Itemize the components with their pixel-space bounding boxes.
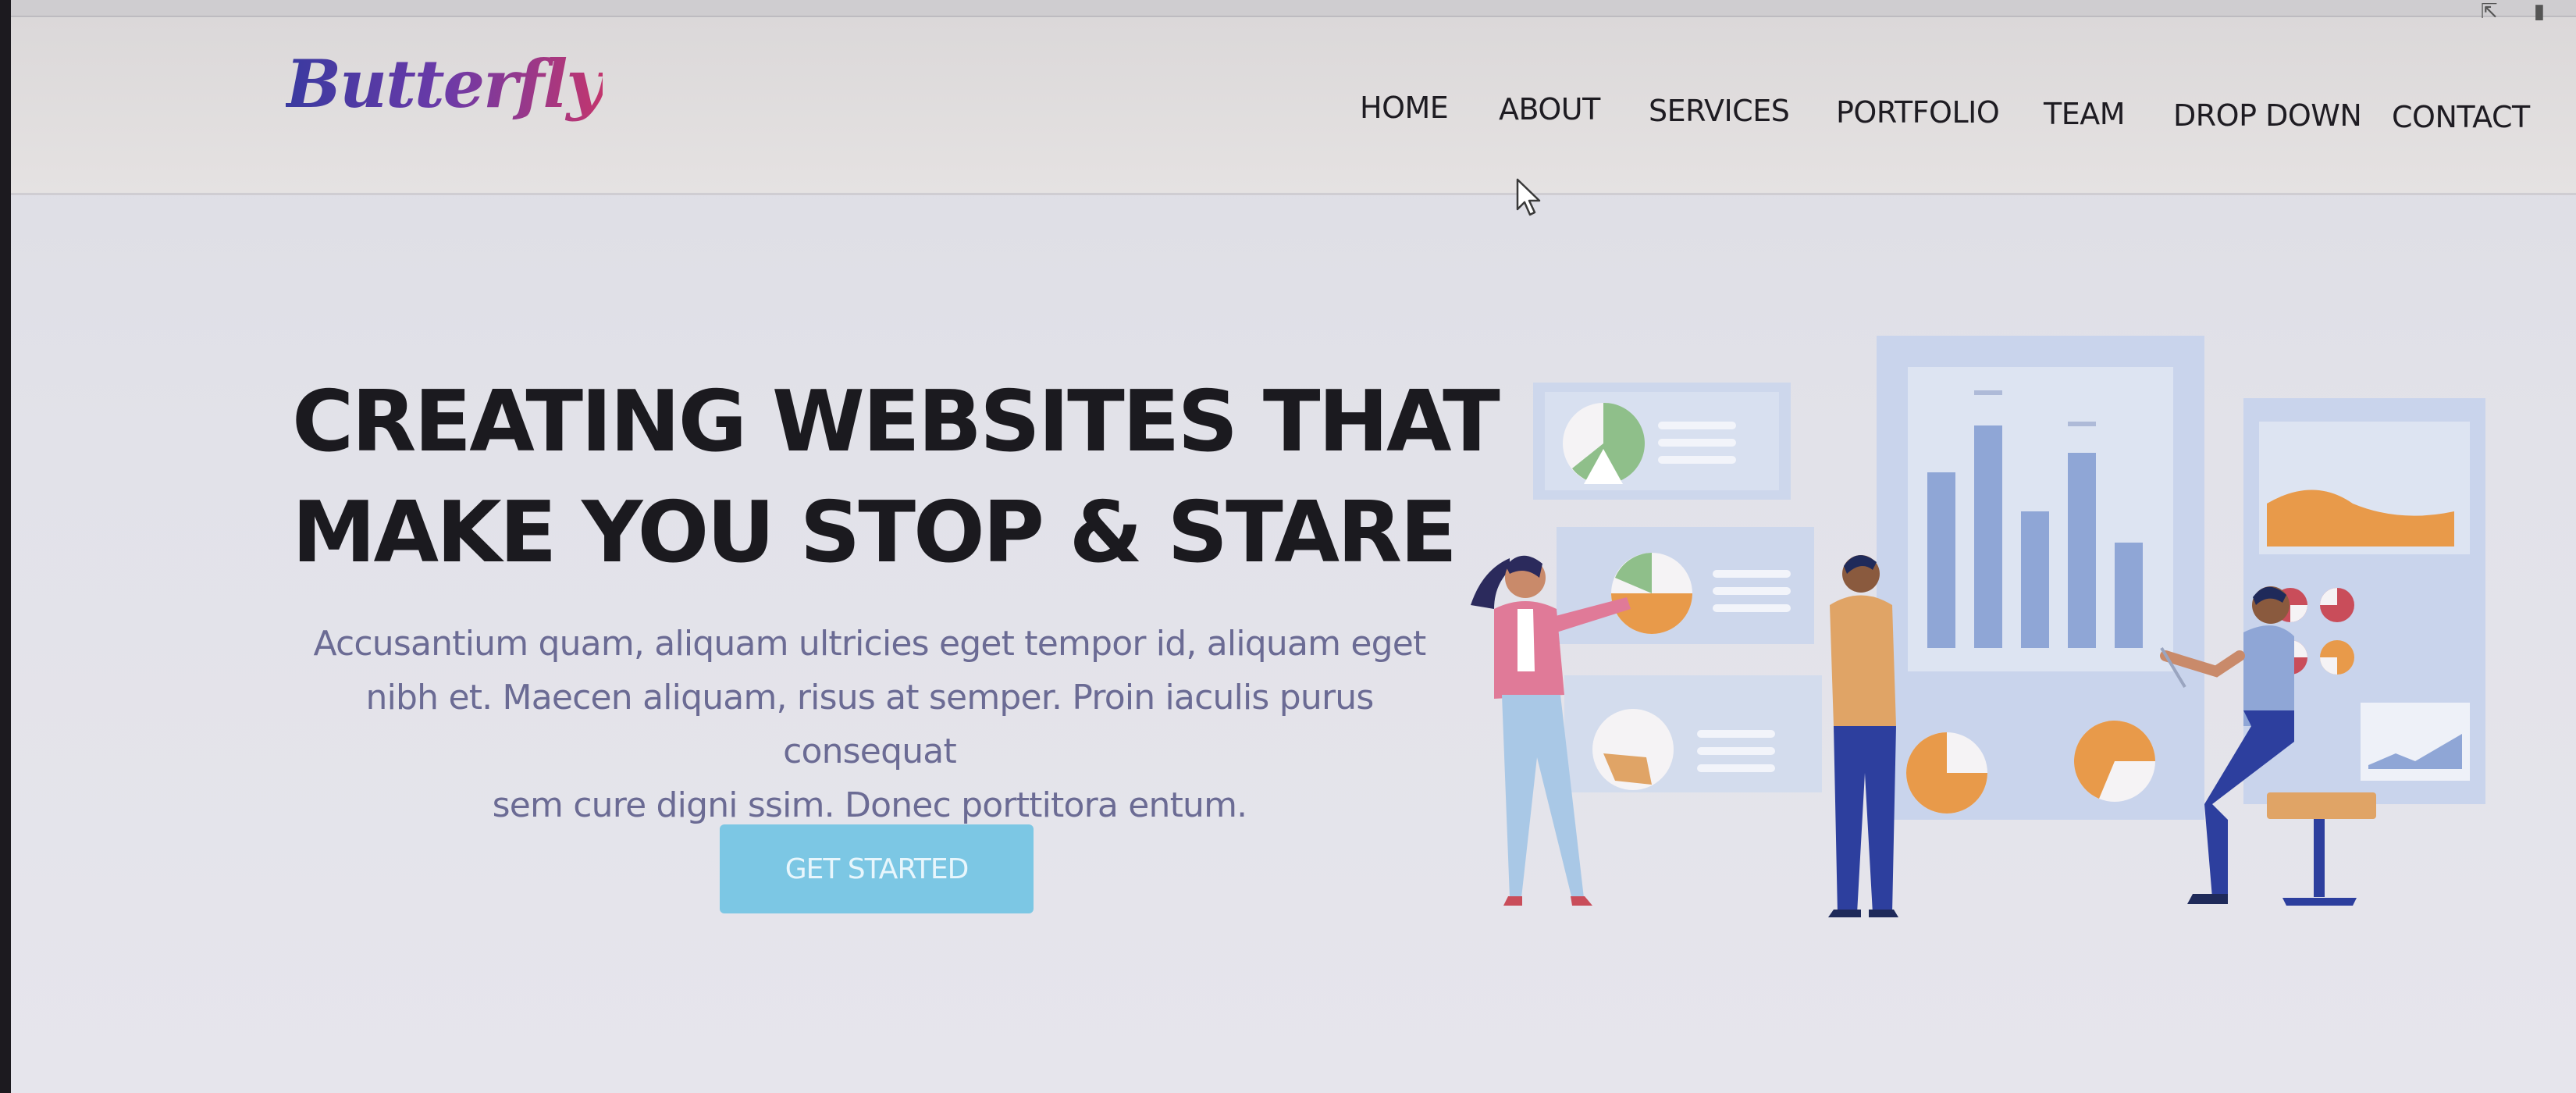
nav-item-team[interactable]: TEAM (2044, 97, 2126, 131)
share-icon[interactable]: ⇱ (2481, 0, 2498, 23)
browser-toolbar-edge: ⇱ ▮ (11, 0, 2576, 23)
hero-title-line-2: MAKE YOU STOP & STARE (292, 484, 1457, 582)
main-nav: HOME ABOUT SERVICES PORTFOLIO TEAM DROP … (11, 86, 2576, 134)
business-analytics-illustration (1471, 336, 2485, 917)
get-started-button[interactable]: GET STARTED (720, 824, 1034, 913)
nav-item-about[interactable]: ABOUT (1499, 92, 1600, 126)
mouse-pointer-icon (1516, 178, 1541, 216)
hero-title: CREATING WEBSITES THAT MAKE YOU STOP & S… (292, 367, 1500, 589)
screen: ⇱ ▮ Butterfly HOME ABOUT SERVICES PORTFO… (11, 0, 2576, 1093)
hero-subtitle: Accusantium quam, aliquam ultricies eget… (300, 617, 1439, 832)
site-header: ⇱ ▮ Butterfly HOME ABOUT SERVICES PORTFO… (11, 0, 2576, 195)
hero-title-line-1: CREATING WEBSITES THAT (292, 373, 1500, 471)
bookmark-icon[interactable]: ▮ (2534, 0, 2545, 23)
nav-item-dropdown[interactable]: DROP DOWN (2173, 98, 2362, 133)
hero-subtitle-line-1: Accusantium quam, aliquam ultricies eget… (313, 624, 1426, 664)
hero-subtitle-line-2: nibh et. Maecen aliquam, risus at semper… (365, 678, 1375, 771)
nav-item-services[interactable]: SERVICES (1649, 94, 1790, 128)
nav-item-portfolio[interactable]: PORTFOLIO (1836, 95, 2000, 130)
nav-item-contact[interactable]: CONTACT (2392, 100, 2530, 134)
nav-item-home[interactable]: HOME (1360, 91, 1449, 125)
browser-icons: ⇱ ▮ (2481, 0, 2545, 23)
